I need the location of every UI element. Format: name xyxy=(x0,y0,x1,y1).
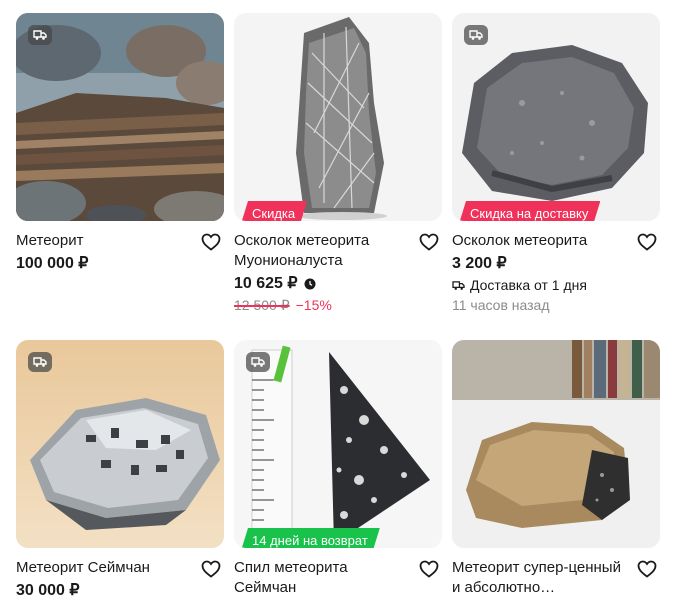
favorite-heart-icon[interactable] xyxy=(200,559,222,579)
delivery-badge-icon xyxy=(464,25,488,45)
favorite-heart-icon[interactable] xyxy=(418,232,440,252)
delivery-text: Доставка от 1 дня xyxy=(470,277,587,293)
listing-image xyxy=(234,13,442,221)
listing-price: 30 000 ₽ xyxy=(16,582,80,599)
listing-card[interactable]: Метеорит 100 000 ₽ xyxy=(16,13,224,275)
listing-title[interactable]: Метеорит супер-ценный и абсолютно… xyxy=(452,558,630,598)
listing-photo[interactable]: 14 дней на возврат xyxy=(234,340,442,548)
delivery-truck-icon xyxy=(452,280,465,290)
posted-time: 11 часов назад xyxy=(452,297,550,313)
listing-title[interactable]: Метеорит xyxy=(16,231,194,251)
favorite-heart-icon[interactable] xyxy=(636,559,658,579)
favorite-heart-icon[interactable] xyxy=(418,559,440,579)
listing-card[interactable]: Скидка на доставку Осколок метеорита 3 2… xyxy=(452,13,660,315)
listing-photo[interactable] xyxy=(452,340,660,548)
discount-promo-label: Скидка xyxy=(240,201,307,221)
listing-card[interactable]: Скидка Осколок метеорита Муонионалуста 1… xyxy=(234,13,442,315)
return-promo-label: 14 дней на возврат xyxy=(240,528,380,548)
listing-image xyxy=(452,340,660,548)
delivery-info: Доставка от 1 дня xyxy=(452,275,660,295)
delivery-discount-promo-label: Скидка на доставку xyxy=(458,201,600,221)
listing-price: 3 200 ₽ xyxy=(452,255,507,272)
listing-photo[interactable]: Скидка xyxy=(234,13,442,221)
listing-photo[interactable] xyxy=(16,13,224,221)
listing-card[interactable]: 14 дней на возврат Спил метеорита Сеймча… xyxy=(234,340,442,598)
clock-icon xyxy=(304,278,316,290)
listing-card[interactable]: Метеорит Сеймчан 30 000 ₽ xyxy=(16,340,224,600)
listing-photo[interactable]: Скидка на доставку xyxy=(452,13,660,221)
listing-title[interactable]: Спил метеорита Сеймчан xyxy=(234,558,412,598)
delivery-badge-icon xyxy=(28,352,52,372)
listing-title[interactable]: Метеорит Сеймчан xyxy=(16,558,194,578)
favorite-heart-icon[interactable] xyxy=(636,232,658,252)
delivery-badge-icon xyxy=(246,352,270,372)
listing-photo[interactable] xyxy=(16,340,224,548)
listing-title[interactable]: Осколок метеорита xyxy=(452,231,630,251)
listing-card[interactable]: Метеорит супер-ценный и абсолютно… xyxy=(452,340,660,598)
old-price: 12 500 ₽ xyxy=(234,297,290,313)
discount-percent: −15% xyxy=(295,297,332,313)
listing-title[interactable]: Осколок метеорита Муонионалуста xyxy=(234,231,412,271)
listing-price: 100 000 ₽ xyxy=(16,255,89,272)
listing-price: 10 625 ₽ xyxy=(234,275,298,292)
favorite-heart-icon[interactable] xyxy=(200,232,222,252)
delivery-badge-icon xyxy=(28,25,52,45)
